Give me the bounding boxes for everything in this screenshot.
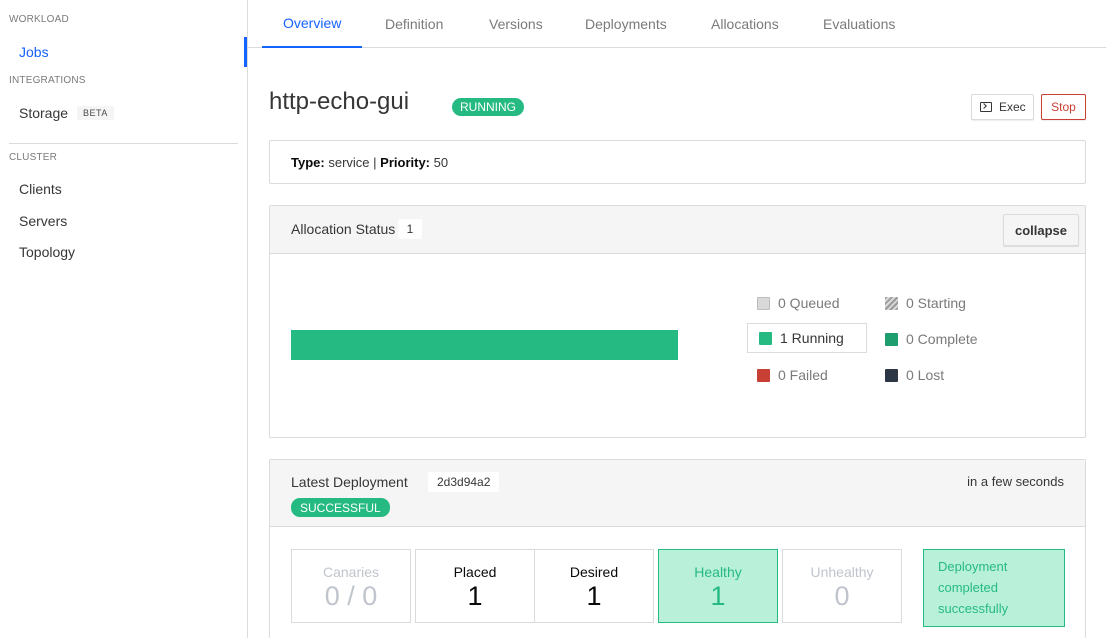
latest-deployment-title: Latest Deployment [291, 474, 408, 490]
tab-allocations[interactable]: Allocations [690, 0, 800, 48]
terminal-icon [980, 102, 992, 112]
sidebar-item-label: Storage [19, 105, 69, 121]
tab-overview[interactable]: Overview [262, 0, 363, 48]
sidebar-item-label: Servers [19, 213, 68, 229]
summary-separator: | [373, 154, 377, 170]
legend-starting[interactable]: 0 Starting [885, 288, 966, 318]
job-status-badge: RUNNING [452, 98, 524, 116]
beta-badge: BETA [77, 106, 114, 120]
latest-deployment-panel: Latest Deployment 2d3d94a2 in a few seco… [269, 459, 1086, 638]
type-value: service [328, 154, 370, 170]
metric-canaries: Canaries 0 / 0 [291, 549, 411, 623]
metric-healthy: Healthy 1 [658, 549, 778, 623]
legend-label: 0 Starting [906, 295, 966, 311]
legend-label: 0 Queued [778, 295, 840, 311]
metric-placed: Placed 1 [415, 549, 535, 623]
sidebar: WORKLOAD Jobs INTEGRATIONS Storage BETA … [0, 0, 248, 638]
sidebar-item-servers[interactable]: Servers [0, 206, 247, 236]
allocation-count: 1 [398, 219, 422, 239]
legend-lost[interactable]: 0 Lost [885, 360, 944, 390]
failed-swatch [757, 368, 770, 382]
priority-label: Priority: [380, 154, 431, 170]
allocation-status-panel: Allocation Status 1 collapse 0 Queued 0 … [269, 205, 1086, 438]
sidebar-heading-workload: WORKLOAD [9, 14, 69, 25]
legend-failed[interactable]: 0 Failed [757, 360, 828, 390]
sidebar-divider [9, 143, 238, 144]
sidebar-heading-integrations: INTEGRATIONS [9, 75, 86, 86]
metric-value: 0 [834, 581, 850, 611]
metric-unhealthy: Unhealthy 0 [782, 549, 902, 623]
latest-deployment-header: Latest Deployment 2d3d94a2 in a few seco… [270, 460, 1085, 527]
sidebar-item-clients[interactable]: Clients [0, 174, 247, 204]
page-title: http-echo-gui [269, 88, 410, 115]
tab-deployments[interactable]: Deployments [564, 0, 688, 48]
job-summary-box: Type: service | Priority: 50 [269, 140, 1086, 184]
allocation-status-header: Allocation Status 1 collapse [270, 206, 1085, 254]
sidebar-item-label: Topology [19, 244, 76, 260]
deployment-status-badge: SUCCESSFUL [291, 498, 390, 517]
stop-button[interactable]: Stop [1041, 94, 1086, 120]
exec-button[interactable]: Exec [971, 94, 1034, 120]
legend-running[interactable]: 1 Running [747, 323, 867, 353]
deployment-message: Deployment completed successfully [923, 549, 1065, 627]
legend-queued[interactable]: 0 Queued [757, 288, 840, 318]
lost-swatch [885, 368, 898, 382]
legend-label: 0 Failed [778, 367, 828, 383]
sidebar-item-label: Jobs [19, 44, 49, 60]
deployment-id[interactable]: 2d3d94a2 [428, 472, 500, 492]
starting-swatch [885, 296, 898, 310]
metric-desired: Desired 1 [534, 549, 654, 623]
metric-label: Healthy [694, 564, 742, 580]
sidebar-item-topology[interactable]: Topology [0, 237, 247, 267]
metric-label: Canaries [322, 564, 380, 580]
legend-complete[interactable]: 0 Complete [885, 324, 978, 354]
metric-value: 0 / 0 [324, 581, 378, 611]
metric-label: Placed [453, 564, 497, 580]
allocation-bar-running[interactable] [291, 330, 678, 360]
tab-versions[interactable]: Versions [468, 0, 564, 48]
type-label: Type: [291, 154, 325, 170]
tab-evaluations[interactable]: Evaluations [802, 0, 916, 48]
metric-value: 1 [710, 581, 726, 611]
allocation-status-title: Allocation Status [291, 221, 396, 237]
priority-value: 50 [433, 154, 449, 170]
sidebar-item-label: Clients [19, 181, 62, 197]
metric-label: Unhealthy [810, 564, 874, 580]
metric-value: 1 [586, 581, 602, 611]
queued-swatch [757, 296, 770, 310]
legend-label: 0 Lost [906, 367, 945, 383]
legend-label: 1 Running [780, 330, 844, 346]
sidebar-item-jobs[interactable]: Jobs [0, 37, 247, 67]
collapse-button[interactable]: collapse [1003, 214, 1079, 246]
tab-definition[interactable]: Definition [364, 0, 464, 48]
running-swatch [759, 331, 772, 345]
job-tabs: Overview Definition Versions Deployments… [248, 0, 1106, 48]
sidebar-item-storage[interactable]: Storage BETA [0, 98, 247, 128]
metric-label: Desired [569, 564, 619, 580]
exec-button-label: Exec [999, 100, 1026, 114]
complete-swatch [885, 332, 898, 346]
metric-value: 1 [467, 581, 483, 611]
legend-label: 0 Complete [906, 331, 978, 347]
deployment-time: in a few seconds [967, 474, 1064, 489]
sidebar-heading-cluster: CLUSTER [9, 152, 58, 163]
